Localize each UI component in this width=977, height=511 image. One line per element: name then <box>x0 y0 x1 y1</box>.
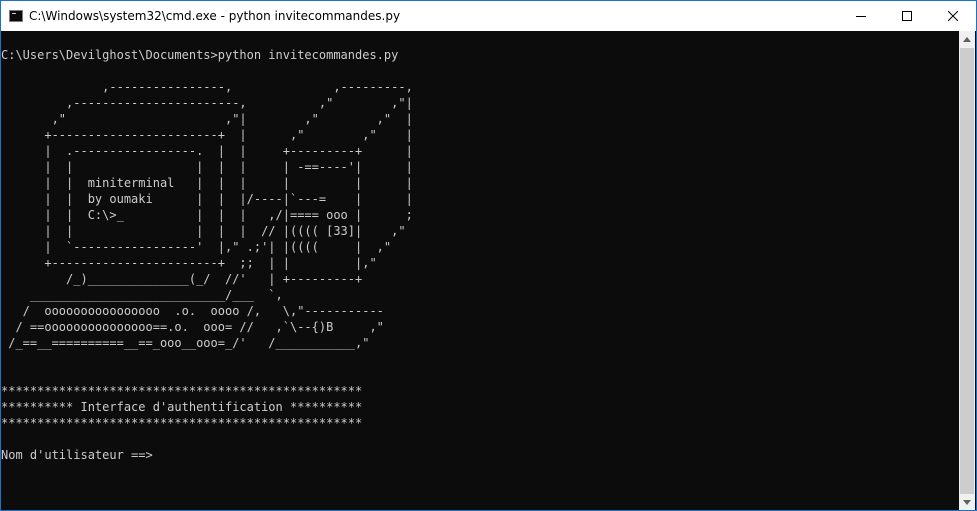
ascii-art-line: | | miniterminal | | | | | | <box>1 176 413 190</box>
console-line: C:\Users\Devilghost\Documents>python inv… <box>1 48 399 62</box>
ascii-art-line: ___________________________/___ `, <box>1 288 283 302</box>
ascii-art-line: | | C:\>_ | | | ,/|==== ooo | ; <box>1 208 413 222</box>
maximize-button[interactable] <box>884 1 930 31</box>
ascii-art-line: | .-----------------. | | +---------+ | <box>1 144 413 158</box>
vertical-scrollbar[interactable] <box>959 31 975 510</box>
banner-line: ****************************************… <box>1 384 363 398</box>
ascii-art-line: /_==__==========__==_ooo__ooo=_/' /_____… <box>1 336 370 350</box>
scroll-down-arrow-icon <box>963 499 971 505</box>
ascii-art-line: | | | | | | -==----'| | <box>1 160 413 174</box>
scroll-up-button[interactable] <box>959 31 975 47</box>
ascii-art-line: +-----------------------+ | ," ," | <box>1 128 413 142</box>
maximize-icon <box>902 11 912 21</box>
ascii-art-line: | | by oumaki | | |/----|`---= | | <box>1 192 413 206</box>
close-icon <box>948 11 958 21</box>
ascii-art-line: / oooooooooooooooo .o. oooo /, \,"------… <box>1 304 384 318</box>
minimize-button[interactable] <box>838 1 884 31</box>
ascii-art-line: | | | | | // |(((( [33]| ," <box>1 224 406 238</box>
ascii-art-line: +-----------------------+ ;; | | |," <box>1 256 377 270</box>
scroll-up-arrow-icon <box>963 36 971 42</box>
ascii-art-line: ,-----------------------, ," ,"| <box>1 96 413 110</box>
title-bar[interactable]: C:\Windows\system32\cmd.exe - python inv… <box>1 1 976 31</box>
scroll-down-button[interactable] <box>959 494 975 510</box>
console-text: C:\Users\Devilghost\Documents>python inv… <box>1 47 413 463</box>
banner-line: ****************************************… <box>1 416 363 430</box>
console-output[interactable]: C:\Users\Devilghost\Documents>python inv… <box>1 31 960 510</box>
ascii-art-line: ,----------------, ,---------, <box>1 80 413 94</box>
ascii-art-line: ," ,"| ," ," | <box>1 112 413 126</box>
minimize-icon <box>856 16 866 17</box>
close-button[interactable] <box>930 1 976 31</box>
banner-title-line: ********** Interface d'authentification … <box>1 400 363 414</box>
ascii-art-line: /_)______________(_/ //' | +---------+ <box>1 272 363 286</box>
ascii-art-line: / ==ooooooooooooooo==.o. ooo= // ,`\--{)… <box>1 320 384 334</box>
console-app-icon[interactable] <box>9 10 23 22</box>
ascii-art-line: | `-----------------' |," .;'| |(((( | ,… <box>1 240 392 254</box>
scrollbar-thumb[interactable] <box>960 48 974 494</box>
username-prompt[interactable]: Nom d'utilisateur ==> <box>1 447 413 463</box>
cmd-window: C:\Windows\system32\cmd.exe - python inv… <box>0 0 977 511</box>
window-title: C:\Windows\system32\cmd.exe - python inv… <box>29 9 401 23</box>
